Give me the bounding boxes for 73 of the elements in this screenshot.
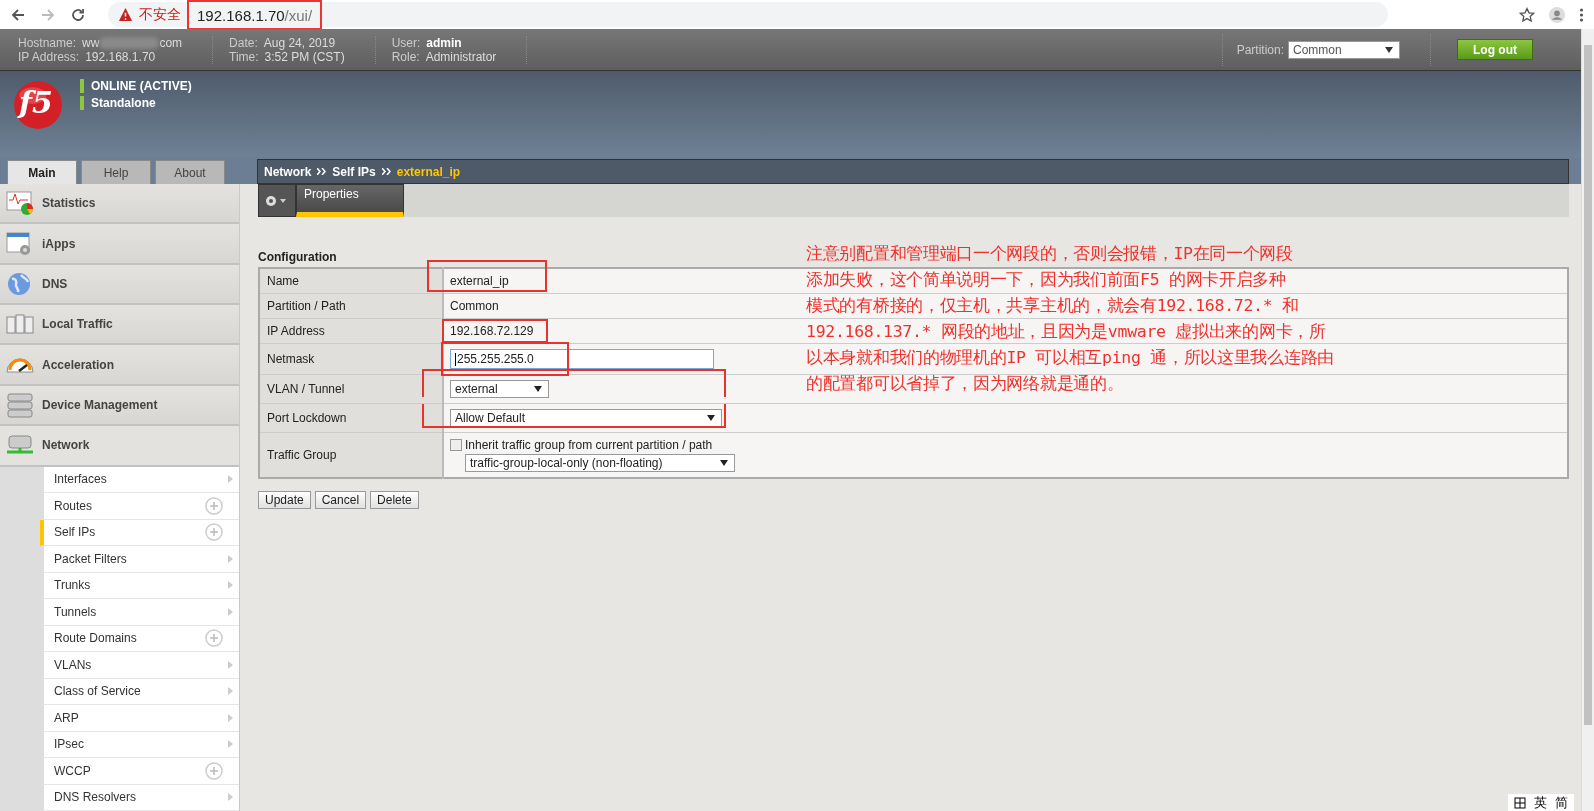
dropdown[interactable]: external (450, 380, 549, 398)
breadcrumb-item: external_ip (396, 164, 461, 179)
main-tab[interactable]: Help (81, 160, 151, 184)
field-value: ww com (82, 35, 183, 50)
field-value: admin (426, 35, 462, 50)
section-title: Configuration (258, 250, 337, 264)
submenu-item[interactable]: Self IPs (40, 519, 239, 546)
field-label: IP Address (259, 318, 443, 344)
submenu-item[interactable]: DNS Resolvers (40, 784, 239, 811)
submenu-item[interactable]: Interfaces (40, 466, 239, 493)
ime-label: 简 (1555, 793, 1568, 811)
logo-text: f5 (19, 85, 53, 120)
annotation-text: 的配置都可以省掉了，因为网络就是通的。 (806, 373, 1125, 396)
sidebar-item[interactable]: Device Management (0, 385, 239, 427)
ime-label: 英 (1534, 793, 1547, 811)
submenu-item[interactable]: VLANs (40, 652, 239, 679)
field-value: 192.168.1.70 (85, 49, 156, 64)
properties-tab[interactable]: Properties (296, 184, 404, 217)
field-value: Administrator (425, 49, 497, 64)
field-label: VLAN / Tunnel (259, 374, 443, 404)
field-label: Partition / Path (259, 293, 443, 319)
breadcrumb-item[interactable]: Self IPs (332, 164, 376, 179)
form-button[interactable]: Update (258, 491, 311, 509)
field-label: Date: (229, 35, 258, 50)
sidebar-item[interactable]: Network (0, 426, 239, 467)
field-value: Common (450, 299, 499, 313)
submenu-item[interactable]: IPsec (40, 731, 239, 758)
annotation-text: 添加失败，这个简单说明一下，因为我们前面F5 的网卡开启多种 (806, 269, 1287, 292)
field-label: Role: (391, 49, 420, 64)
annotation-text: 192.168.137.* 网段的地址，且因为是vmware 虚拟出来的网卡，所 (806, 321, 1327, 344)
main-tab[interactable]: Main (7, 160, 77, 184)
sidebar-item[interactable]: Statistics (0, 184, 239, 225)
submenu-item[interactable]: ARP (40, 705, 239, 732)
partition-label: Partition: (1236, 42, 1284, 57)
partition-select[interactable]: Common (1288, 40, 1400, 59)
field-value: external_ip (450, 274, 509, 288)
field-value: Aug 24, 2019 (263, 35, 336, 50)
submenu-item[interactable]: Class of Service (40, 678, 239, 705)
field-label: IP Address: (18, 49, 80, 64)
status-text: Standalone (80, 96, 192, 110)
sidebar-item[interactable]: Local Traffic (0, 305, 239, 346)
field-label: User: (391, 35, 421, 50)
annotation-text: 以本身就和我们的物理机的IP 可以相互ping 通，所以这里我么连路由 (806, 347, 1334, 370)
submenu-item[interactable]: Trunks (40, 572, 239, 599)
breadcrumb-item[interactable]: Network (264, 164, 312, 179)
submenu-item[interactable]: WCCP (40, 758, 239, 785)
field-label: Time: (229, 49, 259, 64)
main-tab[interactable]: About (155, 160, 225, 184)
submenu-item[interactable]: Tunnels (40, 599, 239, 626)
form-button[interactable]: Delete (370, 491, 419, 509)
submenu-item[interactable]: Routes (40, 493, 239, 520)
field-label: Netmask (259, 343, 443, 375)
sidebar-item[interactable]: DNS (0, 264, 239, 306)
status-text: ONLINE (ACTIVE) (80, 79, 192, 93)
sidebar-item[interactable]: iApps (0, 224, 239, 265)
sidebar-item[interactable]: Acceleration (0, 345, 239, 386)
submenu-item[interactable]: Route Domains (40, 625, 239, 652)
field-value: 3:52 PM (CST) (264, 49, 345, 64)
submenu-item[interactable]: Packet Filters (40, 546, 239, 573)
field-label: Hostname: (18, 35, 77, 50)
netmask-field[interactable]: 255.255.255.0 (450, 349, 714, 369)
form-button[interactable]: Cancel (314, 491, 367, 509)
dropdown[interactable]: Allow Default (450, 409, 722, 427)
field-value: 192.168.72.129 (450, 324, 534, 338)
field-label: Name (259, 268, 443, 294)
annotation-text: 注意别配置和管理端口一个网段的，否则会报错，IP在同一个网段 (806, 243, 1294, 265)
security-label: 不安全 (139, 5, 181, 24)
checkbox-label: Inherit traffic group from current partition / path (465, 438, 713, 452)
field-label: Port Lockdown (259, 403, 443, 433)
annotation-text: 模式的有桥接的，仅主机，共享主机的，就会有192.168.72.* 和 (806, 295, 1300, 318)
dropdown[interactable]: traffic-group-local-only (non-floating) (465, 454, 735, 472)
field-label: Traffic Group (259, 432, 443, 478)
address-bar[interactable]: 不安全 192.168.1.70/xui/ (108, 2, 1388, 27)
